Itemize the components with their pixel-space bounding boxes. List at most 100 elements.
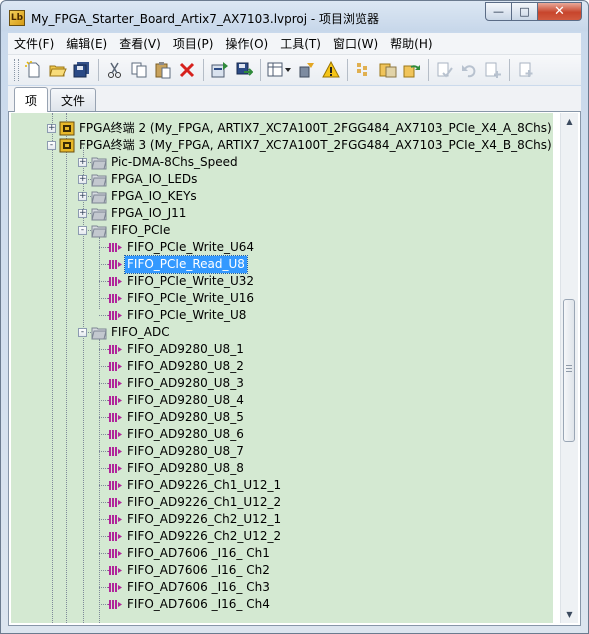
tree-item-fifo[interactable]: FIFO_AD9226_Ch1_U12_2 (11, 494, 551, 511)
filter-icon[interactable] (296, 59, 318, 81)
scc-add-icon[interactable] (482, 59, 504, 81)
tree-item-folder[interactable]: - FIFO_ADC (11, 324, 551, 341)
tree-item-fifo[interactable]: FIFO_PCIe_Read_U8 (11, 255, 551, 274)
title-bar[interactable]: Lb My_FPGA_Starter_Board_Artix7_AX7103.l… (1, 1, 588, 33)
tree-item-folder[interactable]: + Pic-DMA-8Chs_Speed (11, 154, 551, 171)
menu-window[interactable]: 窗口(W) (327, 35, 384, 52)
tree-item-fifo[interactable]: FIFO_AD9280_U8_2 (11, 358, 551, 375)
tree-item-fifo[interactable]: FIFO_AD9280_U8_3 (11, 375, 551, 392)
paste-icon[interactable] (152, 59, 174, 81)
folder-icon (91, 206, 107, 221)
tree-item-label: FIFO_AD9280_U8_4 (127, 393, 244, 407)
maximize-button[interactable]: □ (512, 2, 538, 21)
menu-file[interactable]: 文件(F) (8, 35, 60, 52)
scc-undo-icon[interactable] (458, 59, 480, 81)
tree-item-label: FIFO_AD9226_Ch1_U12_1 (127, 478, 282, 492)
project-tree-panel: + FPGA终端 2 (My_FPGA, ARTIX7_XC7A100T_2FGG… (8, 111, 581, 626)
add-file-icon[interactable] (515, 59, 537, 81)
tree-item-label: FPGA终端 2 (My_FPGA, ARTIX7_XC7A100T_2FGG4… (79, 121, 552, 135)
collapse-icon[interactable]: - (78, 328, 87, 337)
expand-icon[interactable]: + (78, 209, 87, 218)
delete-icon[interactable] (176, 59, 198, 81)
tree-item-fifo[interactable]: FIFO_PCIe_Write_U64 (11, 239, 551, 256)
menu-edit[interactable]: 编辑(E) (60, 35, 113, 52)
tree-item-folder[interactable]: + FPGA_IO_LEDs (11, 171, 551, 188)
menu-operate[interactable]: 操作(O) (219, 35, 274, 52)
tree-item-label: FPGA_IO_J11 (111, 206, 187, 220)
new-icon[interactable] (23, 59, 45, 81)
menu-help[interactable]: 帮助(H) (384, 35, 438, 52)
scrollbar-thumb[interactable] (563, 299, 575, 442)
tree-connector (99, 366, 108, 367)
fifo-icon (108, 478, 124, 493)
tree-item-fifo[interactable]: FIFO_AD9280_U8_1 (11, 341, 551, 358)
tree-connector (99, 281, 108, 282)
expand-icon[interactable]: + (78, 192, 87, 201)
tree-item-target[interactable]: + FPGA终端 2 (My_FPGA, ARTIX7_XC7A100T_2FGG… (11, 120, 552, 137)
tree-item-label: FIFO_AD9226_Ch1_U12_2 (127, 495, 282, 509)
tree-item-fifo[interactable]: FIFO_AD9280_U8_5 (11, 409, 551, 426)
tree-item-label: FPGA_IO_KEYs (111, 189, 197, 203)
refresh-icon[interactable] (401, 59, 423, 81)
vertical-scrollbar[interactable]: ▲ ▼ (560, 113, 578, 623)
project-tree[interactable]: + FPGA终端 2 (My_FPGA, ARTIX7_XC7A100T_2FGG… (11, 113, 553, 623)
resolve-icon[interactable] (353, 59, 375, 81)
tree-item-fifo[interactable]: FIFO_PCIe_Write_U16 (11, 290, 551, 307)
menu-project[interactable]: 项目(P) (167, 35, 220, 52)
dependencies-icon[interactable] (377, 59, 399, 81)
fifo-icon (108, 410, 124, 425)
tree-item-fifo[interactable]: FIFO_AD7606 _I16_ Ch4 (11, 596, 551, 613)
expand-icon[interactable]: + (47, 124, 56, 133)
tree-connector (99, 587, 108, 588)
scroll-up-icon: ▲ (566, 117, 573, 126)
save-all-icon[interactable] (71, 59, 93, 81)
tree-item-folder[interactable]: + FPGA_IO_KEYs (11, 188, 551, 205)
fifo-icon (108, 342, 124, 357)
scroll-up-button[interactable]: ▲ (561, 113, 578, 130)
close-button[interactable]: ✕ (538, 2, 582, 21)
collapse-icon[interactable]: - (47, 141, 56, 150)
cut-icon[interactable] (104, 59, 126, 81)
tree-item-fifo[interactable]: FIFO_PCIe_Write_U32 (11, 273, 551, 290)
fifo-icon (108, 376, 124, 391)
tree-item-label: FIFO_AD9280_U8_6 (127, 427, 244, 441)
deploy-icon[interactable] (233, 59, 255, 81)
tree-connector (99, 298, 108, 299)
build-icon[interactable] (209, 59, 231, 81)
tree-item-label: FIFO_PCIe_Write_U32 (127, 274, 255, 288)
warning-icon[interactable] (320, 59, 342, 81)
tree-item-label: FIFO_AD9226_Ch2_U12_1 (127, 512, 282, 526)
tree-item-folder[interactable]: + FPGA_IO_J11 (11, 205, 551, 222)
tab-files[interactable]: 文件 (50, 88, 96, 112)
tree-item-fifo[interactable]: FIFO_AD9226_Ch2_U12_2 (11, 528, 551, 545)
tree-item-fifo[interactable]: FIFO_AD7606 _I16_ Ch2 (11, 562, 551, 579)
toolbar-separator (509, 59, 510, 81)
expand-icon[interactable]: + (78, 175, 87, 184)
toolbar-separator (98, 59, 99, 81)
open-icon[interactable] (47, 59, 69, 81)
fifo-icon (108, 512, 124, 527)
expand-icon[interactable]: + (78, 158, 87, 167)
toolbar-grip[interactable] (14, 59, 19, 81)
copy-icon[interactable] (128, 59, 150, 81)
menu-view[interactable]: 查看(V) (113, 35, 167, 52)
tree-item-fifo[interactable]: FIFO_AD9280_U8_4 (11, 392, 551, 409)
tree-item-fifo[interactable]: FIFO_AD9280_U8_7 (11, 443, 551, 460)
collapse-icon[interactable]: - (78, 226, 87, 235)
view-icon[interactable] (266, 59, 294, 81)
tree-item-fifo[interactable]: FIFO_PCIe_Write_U8 (11, 307, 551, 324)
tree-item-folder[interactable]: - FIFO_PCIe (11, 222, 551, 239)
tree-item-fifo[interactable]: FIFO_AD9226_Ch2_U12_1 (11, 511, 551, 528)
tree-item-fifo[interactable]: FIFO_AD7606 _I16_ Ch1 (11, 545, 551, 562)
tree-item-target[interactable]: - FPGA终端 3 (My_FPGA, ARTIX7_XC7A100T_2FGG… (11, 137, 552, 154)
tree-item-fifo[interactable]: FIFO_AD7606 _I16_ Ch3 (11, 579, 551, 596)
minimize-button[interactable]: — (485, 2, 512, 21)
scroll-down-button[interactable]: ▼ (561, 606, 578, 623)
scc-checkout-icon[interactable] (434, 59, 456, 81)
menu-tools[interactable]: 工具(T) (274, 35, 327, 52)
tree-item-fifo[interactable]: FIFO_AD9280_U8_6 (11, 426, 551, 443)
tab-items[interactable]: 项 (14, 87, 48, 112)
tree-item-fifo[interactable]: FIFO_AD9280_U8_8 (11, 460, 551, 477)
tree-connector (99, 383, 108, 384)
tree-item-fifo[interactable]: FIFO_AD9226_Ch1_U12_1 (11, 477, 551, 494)
